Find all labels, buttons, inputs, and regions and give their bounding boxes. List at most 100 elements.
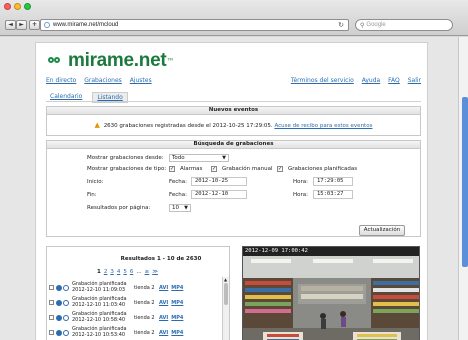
nav-help[interactable]: Ayuda [362,77,381,84]
list-item: Grabación planificada 2012-12-10 11:03:40… [49,295,221,310]
mp4-link[interactable]: MP4 [171,300,183,306]
scroll-up-icon[interactable]: ▲ [224,277,227,282]
start-date-label: Fecha: [169,179,187,185]
update-button[interactable]: Actualización [359,225,405,236]
events-line: ▲ 2630 grabaciones registradas desde el … [47,121,420,129]
row-start: Inicio: Fecha: 2012-10-25 Hora: 17:29:05 [87,177,407,187]
end-date-input[interactable]: 2012-12-10 [191,190,247,199]
page-1[interactable]: 1 [97,269,101,275]
page-ellipsis: ... [136,269,142,275]
record-icon[interactable] [63,299,69,306]
item-checkbox[interactable] [49,330,54,335]
avi-link[interactable]: AVI [159,285,168,291]
close-window-button[interactable] [4,3,11,10]
brand-logo[interactable]: mirame.net ™ [48,50,174,72]
add-tab-button[interactable]: + [29,20,40,30]
start-date-input[interactable]: 2012-10-25 [191,177,247,186]
per-page-select[interactable]: 10 ▼ [169,204,191,212]
item-store: tienda 2 [134,299,155,306]
nav-recordings[interactable]: Grabaciones [84,77,122,84]
item-store: tienda 2 [134,314,155,321]
show-from-value: Todo [172,155,185,161]
events-text: 2630 grabaciones registradas desde el 20… [103,123,273,129]
play-icon[interactable] [56,314,62,321]
nav-terms[interactable]: Términos del servicio [291,77,354,84]
mp4-link[interactable]: MP4 [171,315,183,321]
planned-label: Grabaciones planificadas [288,166,358,172]
end-time-input[interactable]: 15:03:27 [313,190,353,199]
main-panel: mirame.net ™ En directo Grabaciones Ajus… [35,42,428,340]
end-date-label: Fecha: [169,192,187,198]
browser-toolbar: ◄ ► + www.mirame.net/mcloud ↻ ⚲ Google [0,0,468,36]
start-time-input[interactable]: 17:29:05 [313,177,353,186]
nav-faq[interactable]: FAQ [388,77,400,84]
row-end: Fin: Fecha: 2012-12-10 Hora: 15:03:27 [87,190,407,200]
record-icon[interactable] [63,284,69,291]
site-icon [44,22,50,28]
chevron-down-icon: ▼ [222,155,226,161]
events-box: Nuevos eventos ▲ 2630 grabaciones regist… [46,106,421,136]
type-label: Mostrar grabaciones de tipo: [87,166,167,172]
nav-settings[interactable]: Ajustes [130,77,152,84]
avi-link[interactable]: AVI [159,300,168,306]
browser-search-field[interactable]: ⚲ Google [355,19,453,31]
show-from-label: Mostrar grabaciones desde: [87,155,164,161]
row-per-page: Resultados por página: 10 ▼ [87,203,407,213]
start-time-label: Hora: [293,179,308,185]
mp4-link[interactable]: MP4 [171,285,183,291]
play-icon[interactable] [56,329,62,336]
page-3[interactable]: 3 [110,269,114,275]
results-scrollbar[interactable]: ▲ [222,277,229,340]
item-checkbox[interactable] [49,300,54,305]
avi-link[interactable]: AVI [159,330,168,336]
page-4[interactable]: 4 [117,269,121,275]
scroll-thumb[interactable] [224,283,228,305]
video-player[interactable]: 2012-12-09 17:00:42 [242,246,420,340]
page-viewport: mirame.net ™ En directo Grabaciones Ajus… [0,37,458,340]
minimize-window-button[interactable] [14,3,21,10]
nav-live[interactable]: En directo [46,77,76,84]
record-icon[interactable] [63,314,69,321]
feedback-side-tab[interactable] [462,97,468,267]
pagination: 1 2 3 4 5 6 ... ≥ ≫ [97,269,158,275]
play-icon[interactable] [56,284,62,291]
page-2[interactable]: 2 [104,269,108,275]
manual-label: Grabación manual [222,166,273,172]
forward-button[interactable]: ► [16,20,27,30]
show-from-select[interactable]: Todo ▼ [169,154,229,162]
reload-icon[interactable]: ↻ [338,21,344,29]
item-desc: Grabación planificada 2012-12-10 10:53:40 [72,326,127,338]
avi-link[interactable]: AVI [159,315,168,321]
events-title: Nuevos eventos [47,107,420,115]
play-icon[interactable] [56,299,62,306]
per-page-label: Resultados por página: [87,205,151,211]
item-checkbox[interactable] [49,315,54,320]
page-last[interactable]: ≫ [152,269,158,275]
video-timestamp: 2012-12-09 17:00:42 [245,248,308,254]
page-next[interactable]: ≥ [145,269,150,275]
planned-checkbox[interactable]: ✓ [277,166,283,172]
page-scrollbar[interactable] [458,37,468,340]
acknowledge-link[interactable]: Acuse de recibo para estos eventos [274,123,372,129]
item-desc: Grabación planificada 2012-12-10 10:58:40 [72,311,127,323]
window-controls [4,3,31,10]
page-5[interactable]: 5 [123,269,127,275]
row-type: Mostrar grabaciones de tipo: ✓ Alarmas ✓… [87,164,407,174]
search-placeholder: Google [366,22,386,28]
item-desc: Grabación planificada 2012-12-10 11:03:40 [72,296,127,308]
item-store: tienda 2 [134,329,155,336]
nav-logout[interactable]: Salir [408,77,421,84]
record-icon[interactable] [63,329,69,336]
mp4-link[interactable]: MP4 [171,330,183,336]
manual-checkbox[interactable]: ✓ [211,166,217,172]
start-label: Inicio: [87,179,104,185]
address-bar[interactable]: www.mirame.net/mcloud ↻ [40,19,349,31]
item-checkbox[interactable] [49,285,54,290]
back-button[interactable]: ◄ [5,20,16,30]
end-label: Fin: [87,192,97,198]
page-6[interactable]: 6 [130,269,134,275]
alarms-checkbox[interactable]: ✓ [169,166,175,172]
url-text: www.mirame.net/mcloud [53,22,119,28]
list-item: Grabación planificada 2012-12-10 11:09:03… [49,280,221,295]
zoom-window-button[interactable] [24,3,31,10]
